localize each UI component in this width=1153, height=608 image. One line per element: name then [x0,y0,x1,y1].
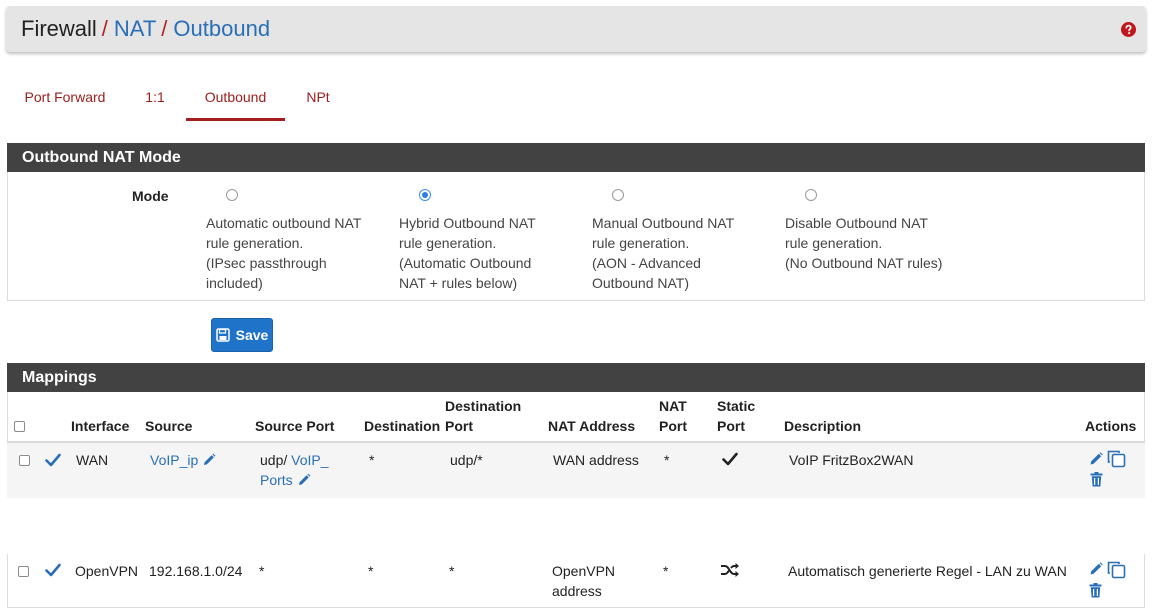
checkmark-icon [722,452,738,466]
copy-icon[interactable] [1107,561,1127,579]
breadcrumb: Firewall / NAT / Outbound [21,16,270,42]
tab-port-forward[interactable]: Port Forward [6,82,124,118]
row-source-port: * [259,563,265,579]
copy-icon[interactable] [1107,450,1127,468]
save-disk-icon [215,328,230,342]
row-interface: OpenVPN [75,563,139,579]
mode-label: Mode [132,188,169,204]
source-port-alias-link[interactable]: VoIP_ [291,452,328,468]
enabled-check-icon[interactable] [45,563,61,577]
breadcrumb-firewall: Firewall [21,16,97,41]
row-nat-port: * [663,563,669,579]
col-source-port: Source Port [255,418,335,434]
mode-radio-automatic[interactable] [226,189,238,201]
tab-outbound[interactable]: Outbound [186,82,285,121]
col-destination: Destination [364,418,441,434]
row-source: VoIP_ip [150,450,216,470]
row-checkbox[interactable] [19,455,30,466]
tab-npt[interactable]: NPt [285,82,351,118]
select-all-checkbox[interactable] [14,421,25,432]
tab-one-to-one[interactable]: 1:1 [124,82,186,118]
col-interface: Interface [71,418,130,434]
source-port-alias-link[interactable]: Ports [260,472,293,488]
outbound-nat-mode-heading: Outbound NAT Mode [7,143,1145,172]
edit-pencil-icon[interactable] [1089,452,1103,466]
mode-option-text: Automatic outbound NAT rule generation. … [206,215,362,291]
row-nat-address: OpenVPN address [552,563,616,599]
row-source-port: udp/ VoIP_ Ports [260,452,329,488]
breadcrumb-nat-link[interactable]: NAT [114,16,156,41]
mode-option-manual[interactable]: Manual Outbound NAT rule generation. (AO… [592,189,767,293]
breadcrumb-outbound-link[interactable]: Outbound [173,16,270,41]
row-description: VoIP FritzBox2WAN [789,452,914,468]
page-header: Firewall / NAT / Outbound [6,6,1146,52]
breadcrumb-separator: / [101,16,108,41]
row-separator-gap [0,498,1153,554]
row-destination-port: * [449,563,455,579]
col-static-port: Static Port [717,398,756,434]
row-nat-address: WAN address [553,452,639,468]
mode-option-text: Disable Outbound NAT rule generation. (N… [785,215,943,271]
save-button-label: Save [235,327,269,343]
edit-pencil-icon[interactable] [1089,562,1103,576]
mode-option-text: Hybrid Outbound NAT rule generation. (Au… [399,215,536,291]
trash-icon[interactable] [1090,472,1103,487]
row-description: Automatisch generierte Regel - LAN zu WA… [788,563,1067,579]
col-actions: Actions [1085,418,1137,434]
col-description: Description [784,418,862,434]
shuffle-icon [721,563,739,577]
mode-option-automatic[interactable]: Automatic outbound NAT rule generation. … [206,189,381,293]
source-alias-link[interactable]: VoIP_ip [150,452,198,468]
pencil-icon[interactable] [202,453,216,467]
row-nat-port: * [664,452,670,468]
col-destination-port: Destination Port [445,398,522,434]
trash-icon[interactable] [1089,583,1102,598]
mode-radio-disable[interactable] [805,189,817,201]
row-checkbox[interactable] [18,566,29,577]
mode-option-text: Manual Outbound NAT rule generation. (AO… [592,215,735,291]
col-nat-address: NAT Address [548,418,636,434]
question-circle-icon[interactable] [1121,22,1136,37]
row-destination: * [368,563,374,579]
mode-radio-hybrid[interactable] [419,189,431,201]
enabled-check-icon[interactable] [45,453,61,467]
mode-option-disable[interactable]: Disable Outbound NAT rule generation. (N… [785,189,975,273]
mode-radio-manual[interactable] [612,189,624,201]
pencil-icon[interactable] [297,473,311,487]
breadcrumb-separator: / [161,16,168,41]
col-nat-port: NAT Port [659,398,687,434]
row-source: 192.168.1.0/24 [149,563,243,579]
mappings-heading: Mappings [7,363,1145,392]
row-interface: WAN [76,452,109,468]
mode-option-hybrid[interactable]: Hybrid Outbound NAT rule generation. (Au… [399,189,574,293]
col-source: Source [145,418,193,434]
row-destination-port: udp/* [450,452,483,468]
save-button[interactable]: Save [211,318,273,352]
row-destination: * [369,452,375,468]
